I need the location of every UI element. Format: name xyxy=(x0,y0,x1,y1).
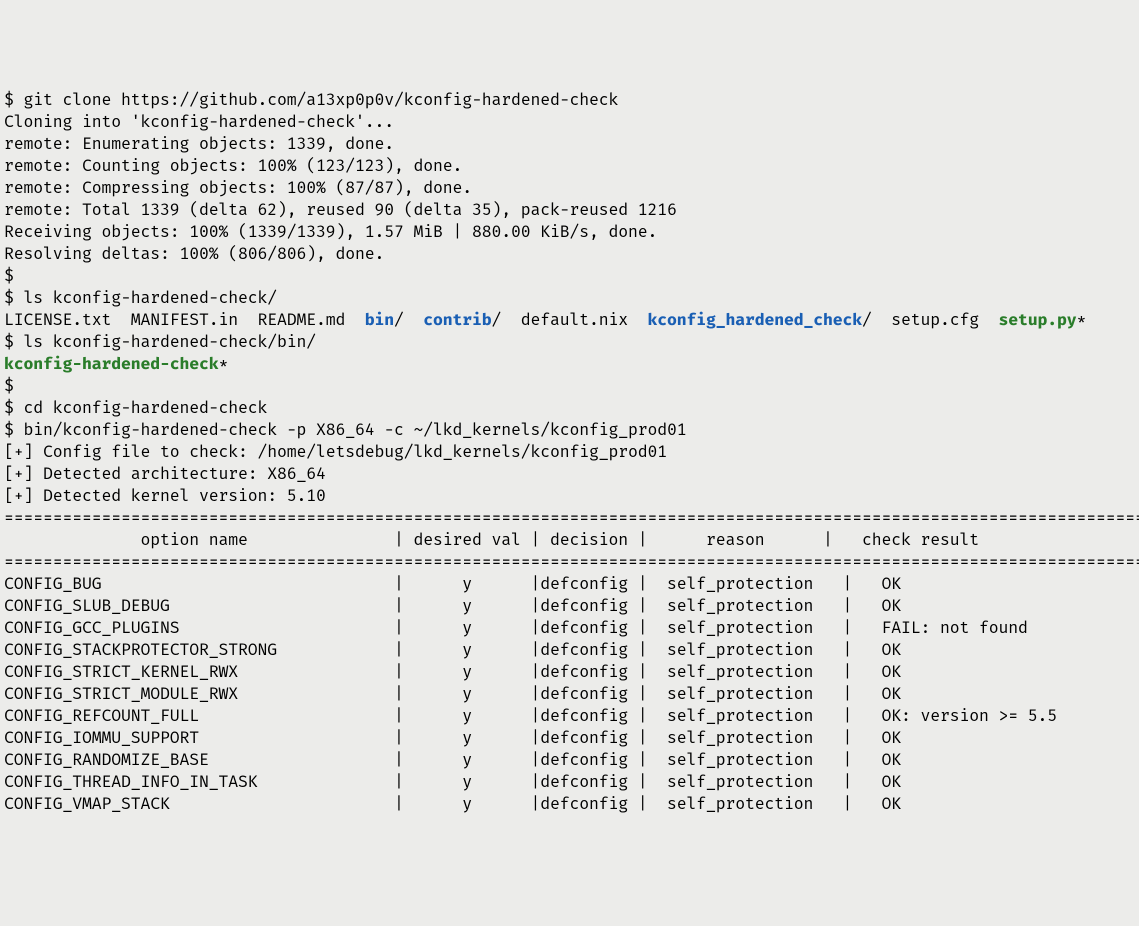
terminal-text: / setup.cfg xyxy=(862,311,999,330)
terminal-output: $ git clone https://github.com/a13xp0p0v… xyxy=(4,90,1139,816)
terminal-line: CONFIG_STACKPROTECTOR_STRONG | y |defcon… xyxy=(4,640,1139,662)
terminal-line: $ xyxy=(4,376,1139,398)
terminal-line: CONFIG_RANDOMIZE_BASE | y |defconfig | s… xyxy=(4,750,1139,772)
terminal-text: CONFIG_STRICT_KERNEL_RWX | y |defconfig … xyxy=(4,663,901,682)
terminal-text: Resolving deltas: 100% (806/806), done. xyxy=(4,245,384,264)
terminal-line: remote: Compressing objects: 100% (87/87… xyxy=(4,178,1139,200)
terminal-line: $ git clone https://github.com/a13xp0p0v… xyxy=(4,90,1139,112)
terminal-text: $ ls kconfig-hardened-check/ xyxy=(4,289,277,308)
terminal-text: / xyxy=(394,311,423,330)
terminal-text: CONFIG_IOMMU_SUPPORT | y |defconfig | se… xyxy=(4,729,901,748)
terminal-text: CONFIG_RANDOMIZE_BASE | y |defconfig | s… xyxy=(4,751,901,770)
terminal-line: CONFIG_THREAD_INFO_IN_TASK | y |defconfi… xyxy=(4,772,1139,794)
terminal-text: * xyxy=(219,355,229,374)
terminal-line: CONFIG_VMAP_STACK | y |defconfig | self_… xyxy=(4,794,1139,816)
terminal-text: ========================================… xyxy=(4,553,1139,572)
terminal-text: CONFIG_STRICT_MODULE_RWX | y |defconfig … xyxy=(4,685,901,704)
terminal-text: remote: Total 1339 (delta 62), reused 90… xyxy=(4,201,677,220)
terminal-line: remote: Total 1339 (delta 62), reused 90… xyxy=(4,200,1139,222)
terminal-text: $ bin/kconfig-hardened-check -p X86_64 -… xyxy=(4,421,687,440)
terminal-line: CONFIG_REFCOUNT_FULL | y |defconfig | se… xyxy=(4,706,1139,728)
terminal-line: remote: Counting objects: 100% (123/123)… xyxy=(4,156,1139,178)
terminal-line: $ xyxy=(4,266,1139,288)
terminal-text: CONFIG_SLUB_DEBUG | y |defconfig | self_… xyxy=(4,597,901,616)
terminal-text: Cloning into 'kconfig-hardened-check'... xyxy=(4,113,394,132)
terminal-text: remote: Counting objects: 100% (123/123)… xyxy=(4,157,462,176)
terminal-line: [+] Detected kernel version: 5.10 xyxy=(4,486,1139,508)
terminal-text: ========================================… xyxy=(4,509,1139,528)
terminal-line: option name | desired val | decision | r… xyxy=(4,530,1139,552)
terminal-line: CONFIG_SLUB_DEBUG | y |defconfig | self_… xyxy=(4,596,1139,618)
directory-name: bin xyxy=(365,311,394,330)
terminal-line: $ ls kconfig-hardened-check/ xyxy=(4,288,1139,310)
terminal-line: kconfig-hardened-check* xyxy=(4,354,1139,376)
terminal-line: $ bin/kconfig-hardened-check -p X86_64 -… xyxy=(4,420,1139,442)
terminal-text: LICENSE.txt MANIFEST.in README.md xyxy=(4,311,365,330)
terminal-line: remote: Enumerating objects: 1339, done. xyxy=(4,134,1139,156)
terminal-line: [+] Config file to check: /home/letsdebu… xyxy=(4,442,1139,464)
terminal-line: $ ls kconfig-hardened-check/bin/ xyxy=(4,332,1139,354)
executable-name: setup.py xyxy=(999,311,1077,330)
terminal-line: CONFIG_STRICT_KERNEL_RWX | y |defconfig … xyxy=(4,662,1139,684)
terminal-text: [+] Detected architecture: X86_64 xyxy=(4,465,326,484)
terminal-line: CONFIG_STRICT_MODULE_RWX | y |defconfig … xyxy=(4,684,1139,706)
terminal-line: Cloning into 'kconfig-hardened-check'... xyxy=(4,112,1139,134)
terminal-line: Receiving objects: 100% (1339/1339), 1.5… xyxy=(4,222,1139,244)
terminal-text: [+] Detected kernel version: 5.10 xyxy=(4,487,326,506)
terminal-text: $ xyxy=(4,377,14,396)
terminal-text: CONFIG_STACKPROTECTOR_STRONG | y |defcon… xyxy=(4,641,901,660)
terminal-line: CONFIG_GCC_PLUGINS | y |defconfig | self… xyxy=(4,618,1139,640)
terminal-text: Receiving objects: 100% (1339/1339), 1.5… xyxy=(4,223,657,242)
terminal-text: CONFIG_THREAD_INFO_IN_TASK | y |defconfi… xyxy=(4,773,901,792)
terminal-line: CONFIG_IOMMU_SUPPORT | y |defconfig | se… xyxy=(4,728,1139,750)
terminal-text: CONFIG_GCC_PLUGINS | y |defconfig | self… xyxy=(4,619,1028,638)
terminal-line: ========================================… xyxy=(4,552,1139,574)
terminal-text: $ ls kconfig-hardened-check/bin/ xyxy=(4,333,316,352)
directory-name: kconfig_hardened_check xyxy=(648,311,863,330)
terminal-line: Resolving deltas: 100% (806/806), done. xyxy=(4,244,1139,266)
terminal-line: LICENSE.txt MANIFEST.in README.md bin/ c… xyxy=(4,310,1139,332)
terminal-text: remote: Compressing objects: 100% (87/87… xyxy=(4,179,472,198)
terminal-text: * xyxy=(1077,311,1087,330)
terminal-text: $ cd kconfig-hardened-check xyxy=(4,399,267,418)
terminal-text: remote: Enumerating objects: 1339, done. xyxy=(4,135,394,154)
terminal-line: $ cd kconfig-hardened-check xyxy=(4,398,1139,420)
terminal-text: CONFIG_REFCOUNT_FULL | y |defconfig | se… xyxy=(4,707,1057,726)
directory-name: contrib xyxy=(423,311,491,330)
terminal-text: CONFIG_BUG | y |defconfig | self_protect… xyxy=(4,575,901,594)
terminal-text: / default.nix xyxy=(492,311,648,330)
terminal-line: CONFIG_BUG | y |defconfig | self_protect… xyxy=(4,574,1139,596)
terminal-text: [+] Config file to check: /home/letsdebu… xyxy=(4,443,667,462)
terminal-line: [+] Detected architecture: X86_64 xyxy=(4,464,1139,486)
terminal-text: CONFIG_VMAP_STACK | y |defconfig | self_… xyxy=(4,795,901,814)
terminal-text: $ xyxy=(4,267,14,286)
terminal-text: $ git clone https://github.com/a13xp0p0v… xyxy=(4,91,618,110)
terminal-text: option name | desired val | decision | r… xyxy=(4,531,979,550)
executable-name: kconfig-hardened-check xyxy=(4,355,219,374)
terminal-line: ========================================… xyxy=(4,508,1139,530)
